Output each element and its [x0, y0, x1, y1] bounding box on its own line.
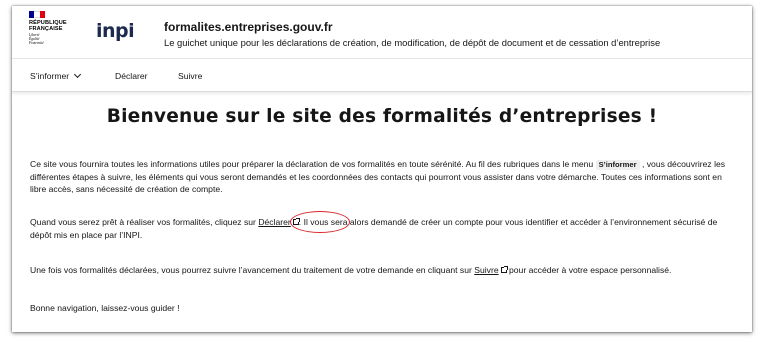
text-segment: Ce site vous fournira toutes les informa… — [30, 159, 596, 169]
nav-item-label: Déclarer — [115, 71, 148, 81]
page-title: Bienvenue sur le site des formalités d’e… — [106, 106, 658, 127]
inpi-logo[interactable]: inpi — [96, 20, 140, 42]
nav-item-label: Suivre — [178, 71, 203, 81]
declarer-link-label: Déclarer — [258, 217, 291, 227]
suivre-paragraph: Une fois vos formalités déclarées, vous … — [30, 264, 730, 277]
main-nav: S’informer Déclarer Suivre — [12, 58, 752, 92]
external-link-icon — [292, 218, 300, 225]
rf-motto: Liberté Égalité Fraternité — [29, 33, 44, 45]
external-link-icon — [500, 266, 508, 273]
declarer-paragraph: Quand vous serez prêt à réaliser vos for… — [30, 216, 730, 241]
text-segment: pour accéder à votre espace personnalisé… — [506, 265, 672, 275]
republique-francaise-logo[interactable]: RÉPUBLIQUE FRANÇAISE Liberté Égalité Fra… — [29, 11, 81, 45]
inpi-logo-text: inpi — [96, 20, 134, 42]
nav-item-declarer[interactable]: Déclarer — [115, 71, 147, 81]
declarer-link[interactable]: Déclarer — [258, 217, 300, 227]
sinformer-tag: S’informer — [595, 160, 640, 170]
site-identity: formalites.entreprises.gouv.fr Le guiche… — [164, 20, 660, 48]
nav-item-sinformer[interactable]: S’informer — [30, 70, 82, 81]
site-title[interactable]: formalites.entreprises.gouv.fr — [164, 20, 660, 34]
site-tagline: Le guichet unique pour les déclarations … — [164, 37, 661, 48]
chevron-down-icon — [74, 70, 82, 79]
nav-item-suivre[interactable]: Suivre — [178, 71, 202, 81]
site-header: RÉPUBLIQUE FRANÇAISE Liberté Égalité Fra… — [12, 6, 752, 58]
nav-item-label: S’informer — [30, 71, 70, 81]
suivre-link-label: Suivre — [474, 265, 499, 275]
browser-window: RÉPUBLIQUE FRANÇAISE Liberté Égalité Fra… — [12, 6, 752, 332]
suivre-link[interactable]: Suivre — [474, 265, 508, 275]
intro-paragraph: Ce site vous fournira toutes les informa… — [30, 158, 730, 196]
rf-wordmark: RÉPUBLIQUE FRANÇAISE — [29, 20, 67, 32]
closing-paragraph: Bonne navigation, laissez-vous guider ! — [30, 303, 180, 313]
tricolor-flag-icon — [29, 11, 45, 18]
text-segment: Une fois vos formalités déclarées, vous … — [30, 265, 475, 275]
text-segment: Quand vous serez prêt à réaliser vos for… — [30, 217, 259, 227]
